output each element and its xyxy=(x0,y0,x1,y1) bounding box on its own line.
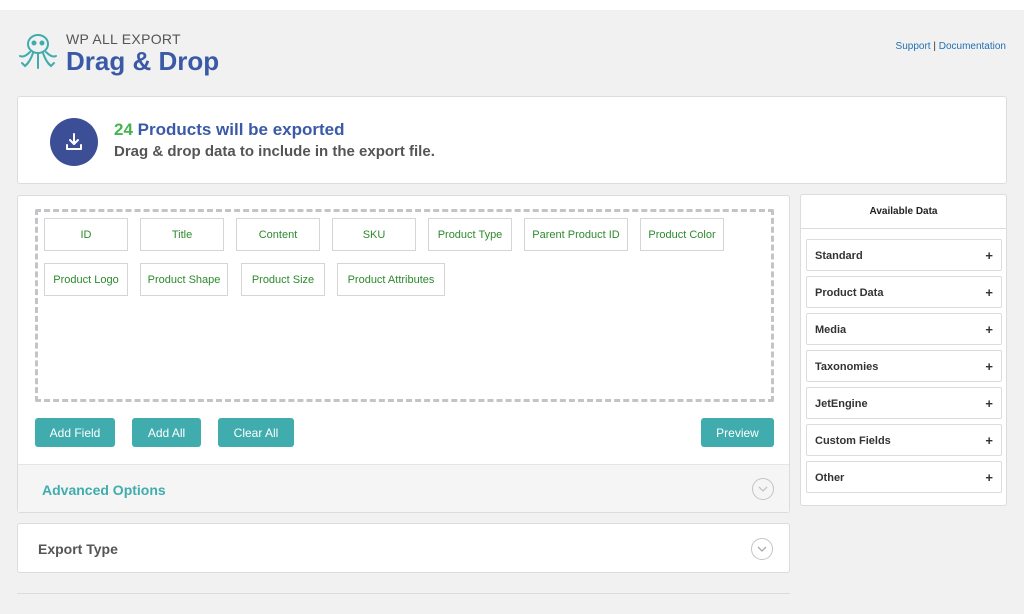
sidebar-item-label: JetEngine xyxy=(815,398,868,410)
field-chip-parent-product-id[interactable]: Parent Product ID xyxy=(524,218,628,251)
page-background: WP ALL EXPORT Drag & Drop Support | Docu… xyxy=(0,10,1024,614)
sidebar-item-label: Product Data xyxy=(815,287,884,299)
sidebar-item-custom-fields[interactable]: Custom Fields + xyxy=(806,424,1002,456)
add-field-button[interactable]: Add Field xyxy=(35,418,115,447)
advanced-options-section[interactable]: Advanced Options xyxy=(18,464,789,512)
link-separator: | xyxy=(933,41,936,52)
sidebar-item-standard[interactable]: Standard + xyxy=(806,239,1002,271)
field-chip-id[interactable]: ID xyxy=(44,218,128,251)
available-data-sidebar: Available Data Standard + Product Data +… xyxy=(800,194,1007,506)
octopus-logo-icon xyxy=(16,30,60,74)
plus-icon: + xyxy=(985,470,993,485)
field-chip-sku[interactable]: SKU xyxy=(332,218,416,251)
preview-button[interactable]: Preview xyxy=(701,418,774,447)
plus-icon: + xyxy=(985,396,993,411)
sidebar-item-media[interactable]: Media + xyxy=(806,313,1002,345)
export-type-section[interactable]: Export Type xyxy=(17,523,790,573)
documentation-link[interactable]: Documentation xyxy=(939,41,1006,52)
field-chip-title[interactable]: Title xyxy=(140,218,224,251)
advanced-options-label: Advanced Options xyxy=(42,482,166,498)
available-data-title: Available Data xyxy=(801,195,1006,229)
brand-title: Drag & Drop xyxy=(66,46,220,76)
sidebar-item-label: Custom Fields xyxy=(815,435,891,447)
plus-icon: + xyxy=(985,359,993,374)
top-links: Support | Documentation xyxy=(896,41,1006,52)
support-link[interactable]: Support xyxy=(896,41,931,52)
plus-icon: + xyxy=(985,248,993,263)
field-chip-product-color[interactable]: Product Color xyxy=(640,218,724,251)
export-summary-panel: 24 Products will be exported Drag & drop… xyxy=(17,96,1007,184)
field-chip-product-logo[interactable]: Product Logo xyxy=(44,263,128,296)
sidebar-item-taxonomies[interactable]: Taxonomies + xyxy=(806,350,1002,382)
field-chip-product-size[interactable]: Product Size xyxy=(241,263,325,296)
field-chip-product-type[interactable]: Product Type xyxy=(428,218,512,251)
download-icon xyxy=(50,118,98,166)
plus-icon: + xyxy=(985,433,993,448)
export-type-label: Export Type xyxy=(38,541,118,557)
sidebar-item-label: Taxonomies xyxy=(815,361,879,373)
export-subtitle: Drag & drop data to include in the expor… xyxy=(114,143,435,160)
sidebar-item-other[interactable]: Other + xyxy=(806,461,1002,493)
export-count: 24 xyxy=(114,120,133,139)
chevron-down-icon[interactable] xyxy=(751,538,773,560)
field-chip-content[interactable]: Content xyxy=(236,218,320,251)
sidebar-item-label: Media xyxy=(815,324,847,336)
divider xyxy=(17,593,790,594)
export-count-suffix: Products will be exported xyxy=(132,120,345,139)
field-dropzone[interactable]: ID Title Content SKU Product Type Parent… xyxy=(35,209,774,402)
export-count-text: 24 Products will be exported xyxy=(114,120,345,140)
plus-icon: + xyxy=(985,285,993,300)
sidebar-item-product-data[interactable]: Product Data + xyxy=(806,276,1002,308)
plus-icon: + xyxy=(985,322,993,337)
field-chip-product-shape[interactable]: Product Shape xyxy=(140,263,228,296)
sidebar-item-label: Standard xyxy=(815,250,863,262)
field-chip-product-attributes[interactable]: Product Attributes xyxy=(337,263,445,296)
brand-small-text: WP ALL EXPORT xyxy=(66,31,181,47)
field-builder-panel: ID Title Content SKU Product Type Parent… xyxy=(17,195,790,513)
clear-all-button[interactable]: Clear All xyxy=(218,418,294,447)
add-all-button[interactable]: Add All xyxy=(132,418,201,447)
sidebar-item-jetengine[interactable]: JetEngine + xyxy=(806,387,1002,419)
sidebar-item-label: Other xyxy=(815,472,845,484)
chevron-down-icon[interactable] xyxy=(752,478,774,500)
